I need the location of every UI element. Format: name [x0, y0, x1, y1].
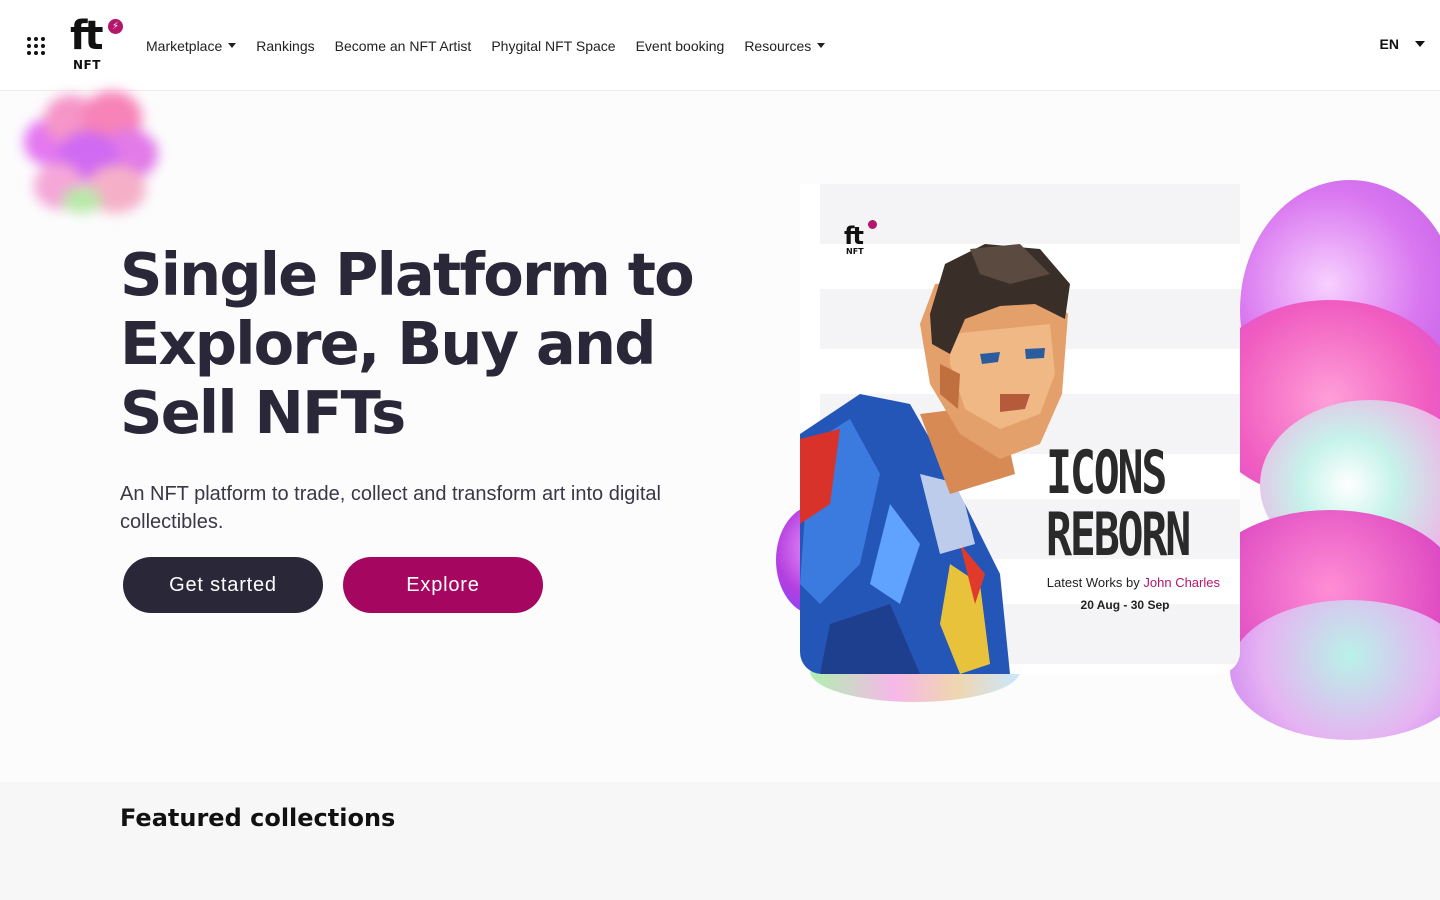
apps-grid-icon[interactable] — [27, 37, 45, 55]
card-artist-name: John Charles — [1143, 575, 1220, 590]
nav-event-booking[interactable]: Event booking — [636, 38, 725, 54]
logo-subtext: NFT — [73, 58, 101, 72]
nav-rankings[interactable]: Rankings — [256, 38, 314, 54]
nav-event-booking-label: Event booking — [635, 37, 725, 54]
featured-collections-section: Featured collections — [0, 782, 1440, 900]
language-label: EN — [1379, 36, 1399, 52]
brand-logo[interactable]: ft NFT ⚡ — [70, 16, 126, 72]
nav-resources-label: Resources — [744, 37, 812, 54]
hero-subtitle: An NFT platform to trade, collect and tr… — [120, 483, 661, 533]
card-title-line: ICONS — [1046, 438, 1167, 508]
nav-phygital-space-label: Phygital NFT Space — [491, 37, 616, 54]
card-dates: 20 Aug - 30 Sep — [1080, 598, 1170, 612]
logo-wordmark: ft — [70, 13, 103, 59]
card-title-line: REBORN — [1046, 500, 1191, 570]
lightning-icon — [868, 220, 877, 229]
nav-phygital-space[interactable]: Phygital NFT Space — [491, 38, 615, 54]
top-navigation-bar: ft NFT ⚡ Marketplace Rankings Become an … — [0, 0, 1440, 91]
nav-become-artist-label: Become an NFT Artist — [334, 37, 472, 54]
hero-title-line: Single Platform to — [120, 240, 695, 309]
language-selector[interactable]: EN — [1380, 36, 1425, 52]
card-credit-prefix: Latest Works by — [1046, 575, 1140, 590]
hero-title: Single Platform to Explore, Buy and Sell… — [120, 240, 740, 447]
nav-rankings-label: Rankings — [256, 37, 315, 54]
artwork-portrait — [800, 244, 1070, 674]
featured-collections-title: Featured collections — [120, 804, 396, 832]
nav-become-artist[interactable]: Become an NFT Artist — [335, 38, 472, 54]
decorative-blob — [22, 91, 158, 215]
nav-marketplace[interactable]: Marketplace — [146, 37, 237, 54]
hero-title-line: Sell NFTs — [120, 378, 406, 447]
nav-resources[interactable]: Resources — [744, 37, 826, 54]
main-nav: Marketplace Rankings Become an NFT Artis… — [146, 0, 826, 91]
get-started-button[interactable]: Get started — [123, 557, 323, 613]
chevron-down-icon — [1415, 41, 1425, 47]
chevron-down-icon — [817, 43, 826, 48]
featured-event-card[interactable]: ft NFT ICONS REBORN Latest Works by John… — [800, 184, 1240, 674]
lightning-icon: ⚡ — [108, 19, 123, 34]
card-credit: Latest Works by John Charles — [1030, 575, 1220, 590]
hero-title-line: Explore, Buy and — [120, 309, 656, 378]
nav-marketplace-label: Marketplace — [146, 37, 223, 54]
card-title: ICONS REBORN — [1046, 438, 1191, 570]
chevron-down-icon — [228, 43, 237, 48]
explore-button[interactable]: Explore — [343, 557, 543, 613]
